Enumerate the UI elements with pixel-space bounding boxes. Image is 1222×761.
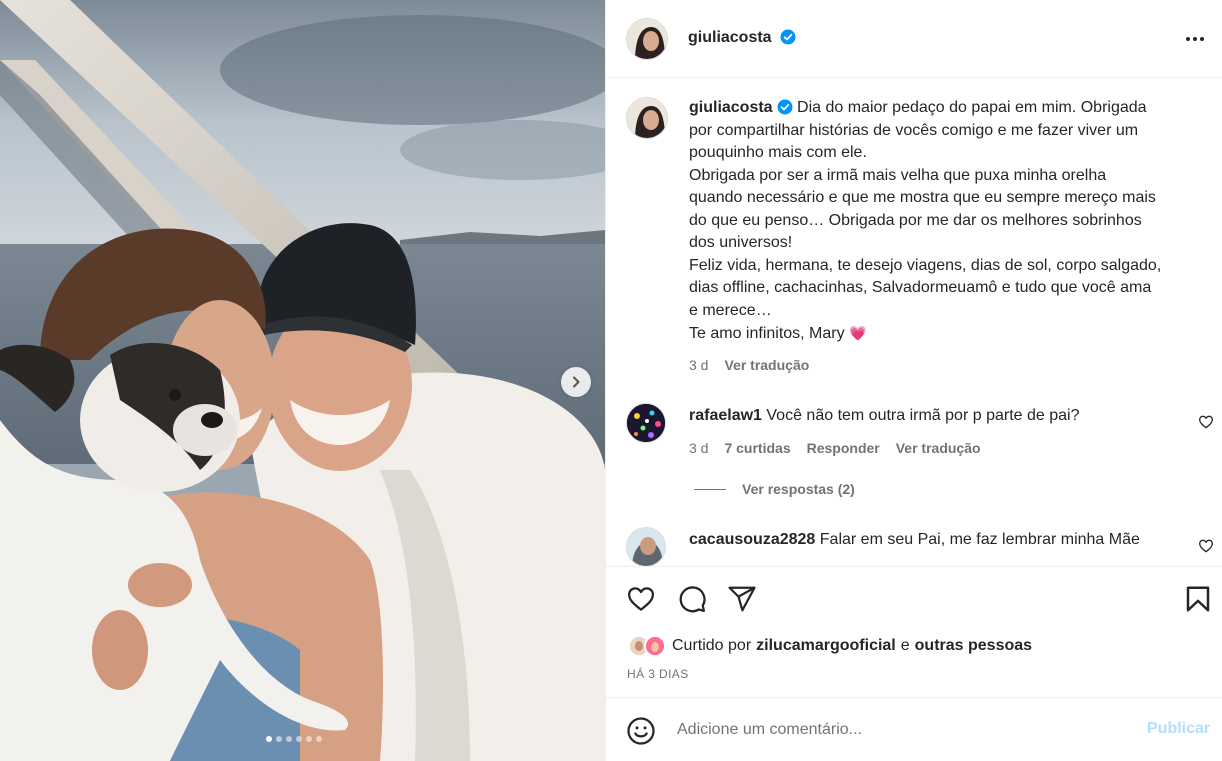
view-replies-button[interactable]: Ver respostas (2) — [694, 481, 855, 497]
post-actions: Curtido por zilucamargooficial e outras … — [606, 566, 1222, 697]
more-options-button[interactable] — [1180, 27, 1210, 51]
comment-input[interactable] — [677, 718, 1117, 742]
likes-user[interactable]: zilucamargooficial — [756, 637, 896, 655]
caption-meta: 3 d Ver tradução — [689, 354, 1189, 377]
comments-list: giuliacosta Dia do maior pedaço do papai… — [606, 79, 1222, 566]
caption-line: pouquinho mais com ele. — [689, 144, 867, 161]
comment-text: Falar em seu Pai, me faz lembrar minha M… — [819, 531, 1140, 548]
carousel-dot — [266, 736, 272, 742]
carousel-indicator — [266, 736, 322, 742]
liker-avatar[interactable] — [644, 635, 666, 657]
likes-prefix: Curtido por — [672, 637, 752, 654]
avatar-image — [646, 637, 664, 655]
comment-text: Você não tem outra irmã por p parte de p… — [766, 407, 1080, 424]
comment-avatar[interactable] — [626, 527, 666, 566]
caption-username[interactable]: giuliacosta — [689, 99, 773, 116]
post-time[interactable]: HÁ 3 DIAS — [627, 667, 689, 681]
likes-others[interactable]: outras pessoas — [915, 637, 1032, 655]
view-replies-label: Ver respostas (2) — [742, 481, 855, 497]
caption-line: do que eu penso… Obrigada por me dar os … — [689, 211, 1142, 229]
carousel-dot — [296, 736, 302, 742]
bookmark-icon[interactable] — [1183, 584, 1213, 614]
avatar-image — [627, 19, 667, 59]
comment-likes[interactable]: 7 curtidas — [724, 437, 790, 459]
publish-button[interactable]: Publicar — [1147, 720, 1210, 738]
likes-connector: e — [900, 637, 910, 654]
carousel-next-button[interactable] — [561, 367, 591, 397]
caption-avatar[interactable] — [626, 97, 668, 139]
avatar-image — [627, 528, 665, 566]
add-comment-bar: Publicar — [606, 697, 1222, 761]
comment-reply-button[interactable]: Responder — [807, 437, 880, 459]
comment-item: rafaelaw1 Você não tem outra irmã por p … — [689, 405, 1169, 459]
verified-badge-icon — [777, 99, 793, 115]
carousel-dot — [286, 736, 292, 742]
post-caption: giuliacosta Dia do maior pedaço do papai… — [689, 97, 1189, 376]
pink-heart-emoji: 💗 — [849, 325, 867, 341]
author-name-row: giuliacosta — [688, 29, 796, 47]
post-side-panel: giuliacosta giuliacosta Dia do maior ped… — [605, 0, 1222, 761]
comment-username[interactable]: rafaelaw1 — [689, 407, 762, 424]
avatar-image — [627, 98, 667, 138]
verified-badge-icon — [780, 29, 796, 45]
caption-line: e merece… — [689, 301, 772, 319]
caption-translate-button[interactable]: Ver tradução — [724, 354, 809, 377]
photo-scene — [0, 0, 605, 761]
comment-time[interactable]: 3 d — [689, 437, 708, 459]
carousel-dot — [306, 736, 312, 742]
post-header: giuliacosta — [606, 0, 1222, 78]
comment-item: cacausouza2828 Falar em seu Pai, me faz … — [689, 529, 1169, 551]
likes-summary: Curtido por zilucamargooficial e outras … — [628, 635, 1032, 657]
chevron-right-icon — [573, 376, 580, 388]
caption-text: giuliacosta Dia do maior pedaço do papai… — [689, 97, 1189, 346]
caption-line: dos universos! — [689, 234, 793, 251]
carousel-dot — [316, 736, 322, 742]
author-avatar[interactable] — [626, 18, 668, 60]
comment-icon[interactable] — [677, 584, 707, 614]
caption-time[interactable]: 3 d — [689, 354, 708, 377]
smiley-icon[interactable] — [626, 716, 656, 746]
caption-line: dias offline, cachacinhas, Salvadormeuam… — [689, 279, 1152, 296]
heart-icon[interactable] — [626, 584, 656, 614]
caption-line: Obrigada por ser a irmã mais velha que p… — [689, 166, 1107, 184]
carousel-dot — [276, 736, 282, 742]
caption-line: quando necessário e que me mostra que eu… — [689, 189, 1156, 206]
comment-translate-button[interactable]: Ver tradução — [896, 437, 981, 459]
comment-like-heart-icon[interactable] — [1198, 414, 1214, 430]
caption-line: Te amo infinitos, Mary — [689, 325, 845, 342]
comment-username[interactable]: cacausouza2828 — [689, 531, 815, 548]
caption-line: Feliz vida, hermana, te desejo viagens, … — [689, 256, 1162, 274]
caption-line: Dia do maior pedaço do papai em mim. Obr… — [797, 99, 1147, 116]
author-username[interactable]: giuliacosta — [688, 29, 772, 46]
comment-avatar[interactable] — [626, 403, 666, 443]
caption-line: por compartilhar histórias de vocês comi… — [689, 121, 1139, 139]
replies-divider — [694, 488, 726, 490]
post-photo — [0, 0, 605, 761]
comment-like-heart-icon[interactable] — [1198, 538, 1214, 554]
more-horizontal-icon — [1186, 37, 1190, 41]
paper-plane-icon[interactable] — [727, 584, 757, 614]
avatar-image — [627, 404, 665, 442]
comment-meta: 3 d 7 curtidas Responder Ver tradução — [689, 437, 1169, 459]
